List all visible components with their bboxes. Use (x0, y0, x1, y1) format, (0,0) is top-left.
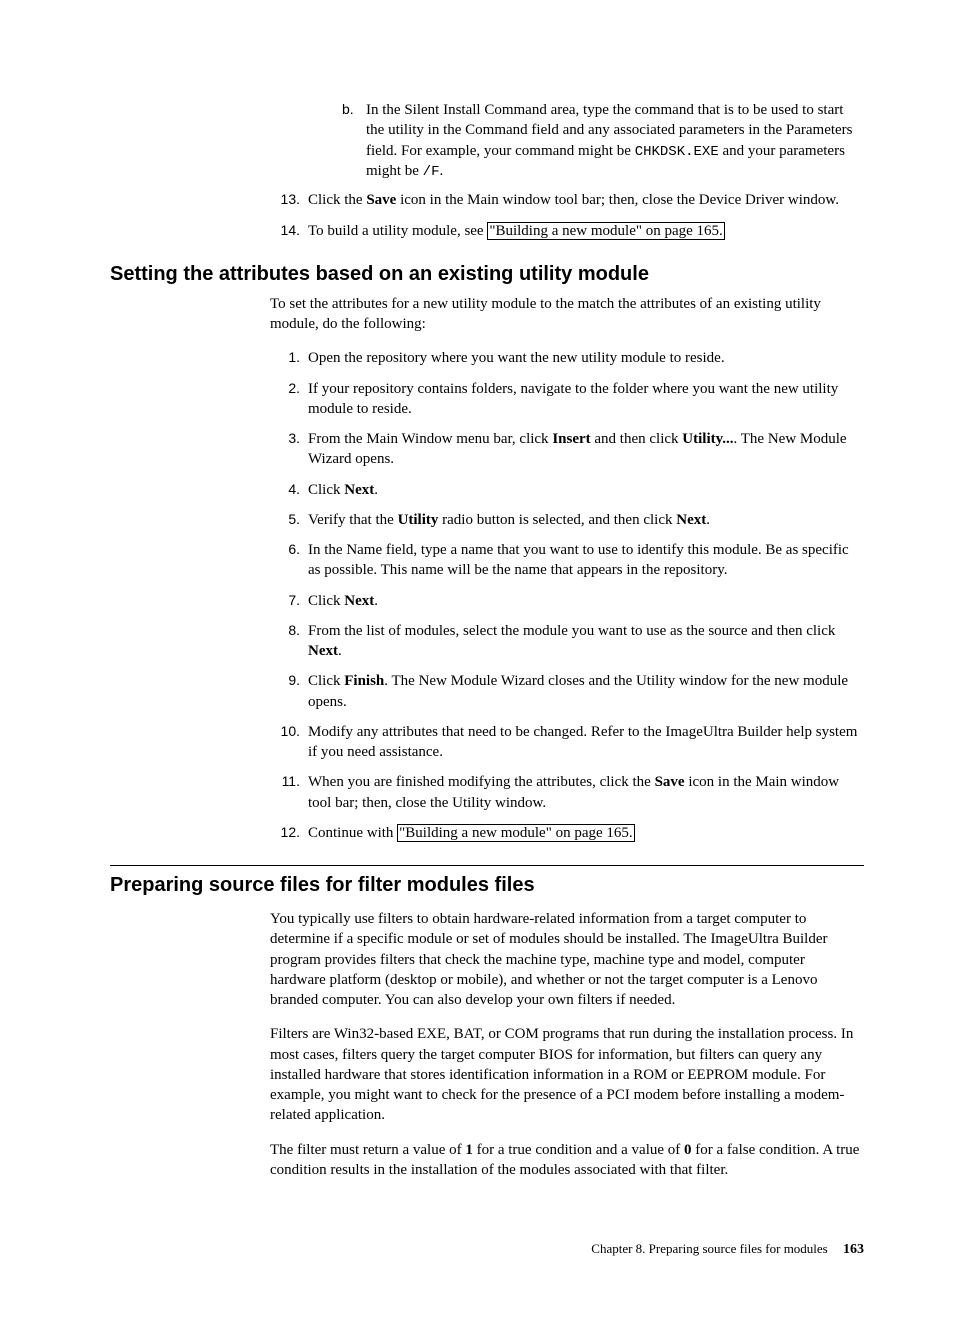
marker-13: 13. (270, 190, 300, 209)
footer-chapter: Chapter 8. Preparing source files for mo… (591, 1241, 827, 1256)
s1-item-11: 11.When you are finished modifying the a… (270, 772, 864, 813)
s1-item-7: 7.Click Next. (270, 591, 864, 611)
page: b. In the Silent Install Command area, t… (0, 0, 954, 1320)
sub-item-b: b. In the Silent Install Command area, t… (342, 100, 864, 182)
s1-item-1: 1.Open the repository where you want the… (270, 348, 864, 368)
page-footer: Chapter 8. Preparing source files for mo… (110, 1240, 864, 1260)
item-13: 13. Click the Save icon in the Main wind… (270, 190, 864, 210)
heading-setting-attributes: Setting the attributes based on an exist… (110, 261, 864, 288)
sub-marker-b: b. (342, 100, 354, 119)
section2-p3: The filter must return a value of 1 for … (110, 1140, 864, 1181)
cross-ref-link[interactable]: "Building a new module" on page 165. (487, 222, 724, 240)
s1-item-2: 2.If your repository contains folders, n… (270, 379, 864, 420)
section2-p2: Filters are Win32-based EXE, BAT, or COM… (110, 1024, 864, 1125)
s1-item-5: 5.Verify that the Utility radio button i… (270, 510, 864, 530)
s1-item-8: 8.From the list of modules, select the m… (270, 621, 864, 662)
sublist-holder: b. In the Silent Install Command area, t… (270, 100, 864, 182)
section1-intro: To set the attributes for a new utility … (110, 294, 864, 335)
s1-item-12: 12.Continue with "Building a new module"… (270, 823, 864, 843)
s1-item-3: 3.From the Main Window menu bar, click I… (270, 429, 864, 470)
text: In the Silent Install Command area, type… (366, 102, 853, 179)
top-continuation-list: b. In the Silent Install Command area, t… (110, 100, 864, 241)
section-divider (110, 865, 864, 866)
s1-item-10: 10.Modify any attributes that need to be… (270, 722, 864, 763)
text: To build a utility module, see "Building… (308, 222, 725, 240)
sublist: b. In the Silent Install Command area, t… (308, 100, 864, 182)
text: Click the Save icon in the Main window t… (308, 192, 839, 208)
footer-page-number: 163 (831, 1242, 864, 1257)
marker-14: 14. (270, 221, 300, 240)
section2-p1: You typically use filters to obtain hard… (110, 909, 864, 1010)
s1-item-6: 6.In the Name field, type a name that yo… (270, 540, 864, 581)
cross-ref-link[interactable]: "Building a new module" on page 165. (397, 824, 634, 842)
item-14: 14. To build a utility module, see "Buil… (270, 221, 864, 241)
section1-list: 1.Open the repository where you want the… (110, 348, 864, 843)
s1-item-4: 4.Click Next. (270, 480, 864, 500)
heading-preparing-source-files: Preparing source files for filter module… (110, 872, 864, 899)
s1-item-9: 9.Click Finish. The New Module Wizard cl… (270, 671, 864, 712)
